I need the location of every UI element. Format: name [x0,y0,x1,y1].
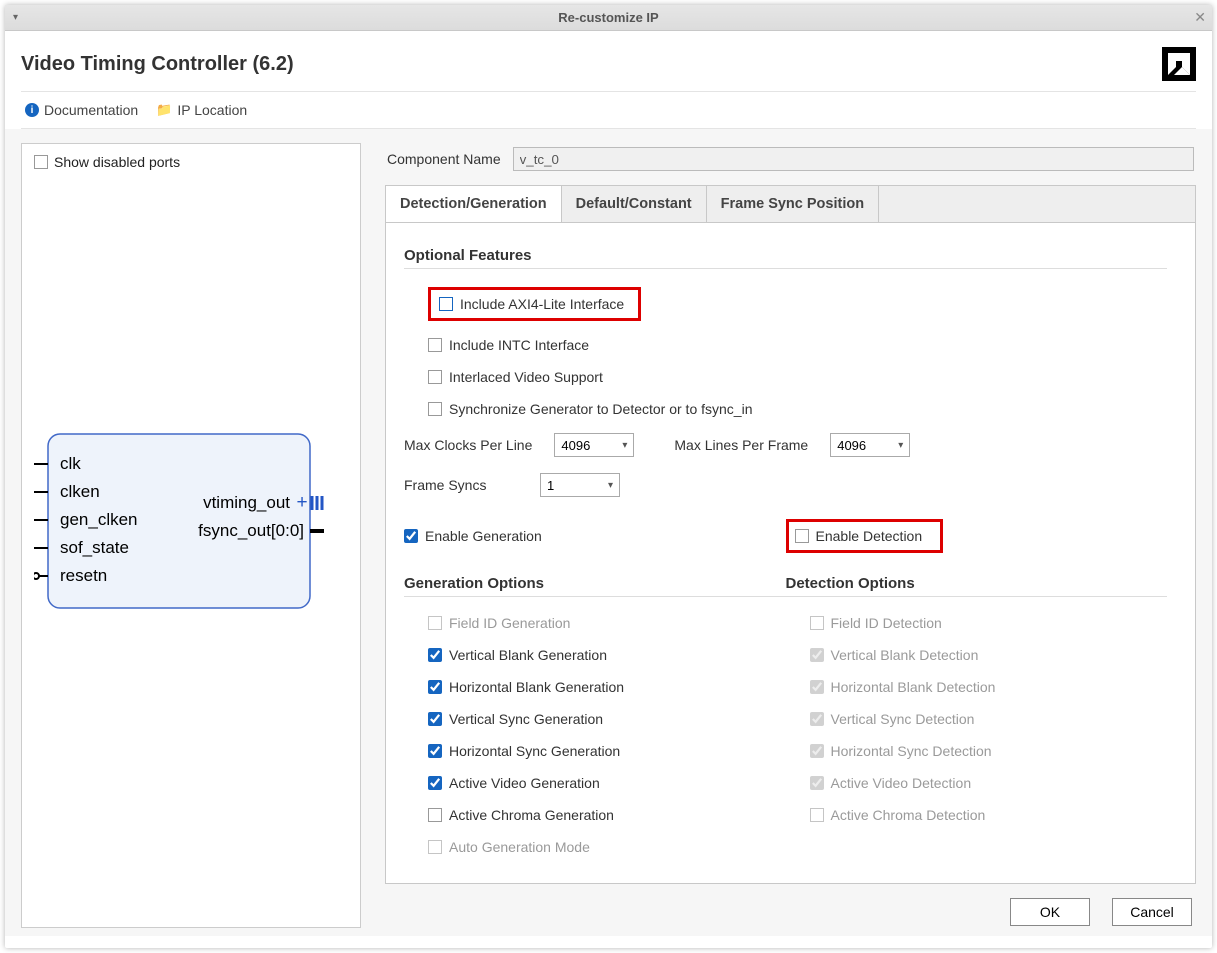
sync-gen-checkbox[interactable]: Synchronize Generator to Detector or to … [404,393,1167,425]
window-menu-icon[interactable]: ▾ [13,12,18,23]
svg-text:clken: clken [60,482,100,501]
generation-options-title: Generation Options [404,575,786,592]
det-vblank: Vertical Blank Detection [786,639,1168,671]
ip-location-link[interactable]: 📁IP Location [156,102,247,118]
frame-syncs-select[interactable]: 1▾ [540,473,620,497]
svg-text:vtiming_out: vtiming_out [203,493,290,512]
tab-default-constant[interactable]: Default/Constant [562,186,707,222]
max-clocks-label: Max Clocks Per Line [404,437,532,453]
ok-button[interactable]: OK [1010,898,1090,926]
amd-logo-icon [1162,47,1196,81]
det-hblank: Horizontal Blank Detection [786,671,1168,703]
window-title: Re-customize IP [558,10,658,25]
svg-text:sof_state: sof_state [60,538,129,557]
show-disabled-ports-checkbox[interactable]: Show disabled ports [34,154,348,170]
svg-text:clk: clk [60,454,81,473]
det-active: Active Video Detection [786,767,1168,799]
close-icon[interactable]: ✕ [1194,9,1206,26]
enable-generation-checkbox[interactable]: Enable Generation [404,520,786,552]
highlight-axi: Include AXI4-Lite Interface [428,287,641,321]
tab-detection-generation[interactable]: Detection/Generation [386,186,562,222]
highlight-detection: Enable Detection [786,519,944,553]
gen-chroma[interactable]: Active Chroma Generation [404,799,786,831]
component-name-label: Component Name [387,151,501,167]
gen-hsync[interactable]: Horizontal Sync Generation [404,735,786,767]
gen-auto: Auto Generation Mode [404,831,786,863]
det-hsync: Horizontal Sync Detection [786,735,1168,767]
det-vsync: Vertical Sync Detection [786,703,1168,735]
gen-active[interactable]: Active Video Generation [404,767,786,799]
interlaced-checkbox[interactable]: Interlaced Video Support [404,361,1167,393]
chevron-down-icon: ▾ [622,440,627,451]
chevron-down-icon: ▾ [608,480,613,491]
gen-field-id: Field ID Generation [404,607,786,639]
gen-vblank[interactable]: Vertical Blank Generation [404,639,786,671]
chevron-down-icon: ▾ [898,440,903,451]
detection-options-title: Detection Options [786,575,1168,592]
page-title: Video Timing Controller (6.2) [21,53,294,76]
gen-vsync[interactable]: Vertical Sync Generation [404,703,786,735]
det-chroma: Active Chroma Detection [786,799,1168,831]
svg-text:+: + [296,492,307,513]
max-clocks-select[interactable]: 4096▾ [554,433,634,457]
svg-text:fsync_out[0:0]: fsync_out[0:0] [198,521,304,540]
cancel-button[interactable]: Cancel [1112,898,1192,926]
component-name-input[interactable] [513,147,1194,171]
svg-text:gen_clken: gen_clken [60,510,138,529]
documentation-link[interactable]: iDocumentation [25,102,138,118]
det-field-id: Field ID Detection [786,607,1168,639]
frame-syncs-label: Frame Syncs [404,477,530,493]
optional-features-title: Optional Features [404,247,1167,264]
tab-frame-sync-position[interactable]: Frame Sync Position [707,186,879,222]
include-axi-checkbox[interactable]: Include AXI4-Lite Interface [433,292,630,316]
include-intc-checkbox[interactable]: Include INTC Interface [404,329,1167,361]
svg-text:resetn: resetn [60,566,107,585]
ip-block-diagram: clk clken gen_clken sof_state resetn vti… [34,430,348,635]
info-icon: i [25,103,39,117]
gen-hblank[interactable]: Horizontal Blank Generation [404,671,786,703]
max-lines-select[interactable]: 4096▾ [830,433,910,457]
titlebar: ▾ Re-customize IP ✕ [5,5,1212,31]
enable-detection-checkbox[interactable]: Enable Detection [791,524,933,548]
folder-icon: 📁 [156,102,172,118]
max-lines-label: Max Lines Per Frame [674,437,808,453]
